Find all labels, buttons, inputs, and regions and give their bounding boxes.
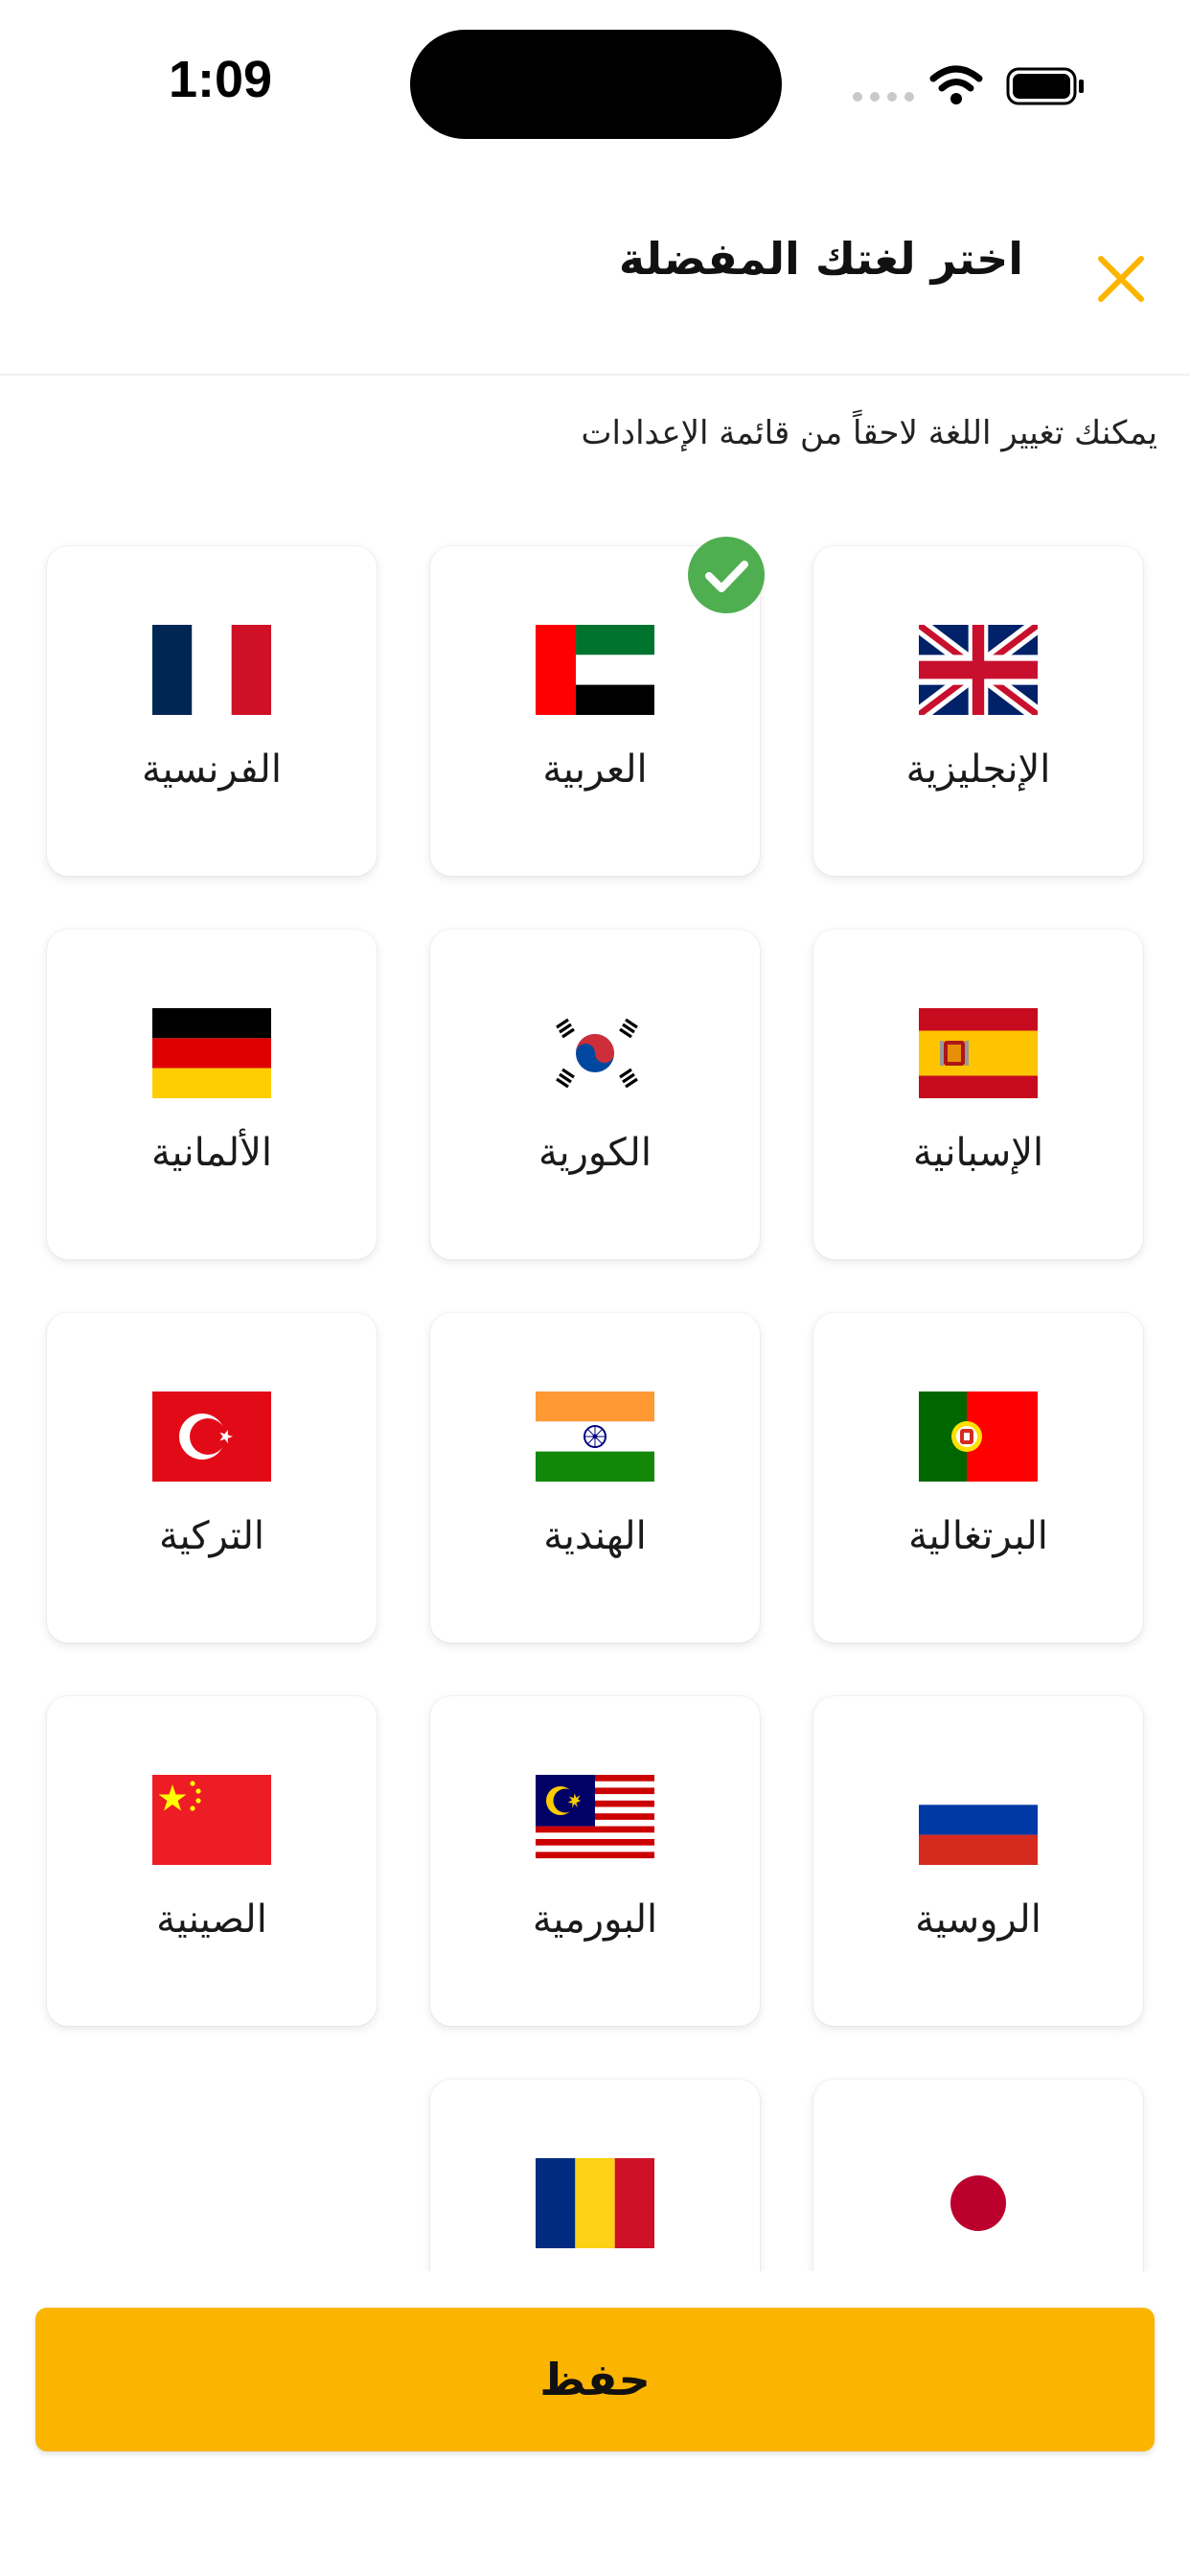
close-icon <box>1098 256 1144 302</box>
language-card-english[interactable]: الإنجليزية <box>813 546 1143 876</box>
india-flag-icon <box>536 1392 654 1482</box>
korea-flag-icon <box>536 1008 654 1098</box>
language-card-turkish[interactable]: التركية <box>47 1313 377 1643</box>
close-button[interactable] <box>1087 245 1155 312</box>
wifi-icon <box>929 65 983 104</box>
page-title: اختر لغتك المفضلة <box>618 233 1023 285</box>
language-label: الكورية <box>538 1131 652 1175</box>
language-card-chinese[interactable]: الصينية <box>47 1696 377 2026</box>
turkey-flag-icon <box>152 1392 271 1482</box>
language-card-korean[interactable]: الكورية <box>430 930 760 1259</box>
language-card-french[interactable]: الفرنسية <box>47 546 377 876</box>
language-label: الصينية <box>156 1898 267 1942</box>
language-label: الروسية <box>915 1898 1041 1942</box>
language-card-portuguese[interactable]: البرتغالية <box>813 1313 1143 1643</box>
germany-flag-icon <box>152 1008 271 1098</box>
france-flag-icon <box>152 625 271 715</box>
spain-flag-icon <box>919 1008 1038 1098</box>
language-label: الإنجليزية <box>905 748 1051 792</box>
language-grid: الإنجليزية العربية الفرنسية الإسبانية ال… <box>0 518 1190 2271</box>
language-card-russian[interactable]: الروسية <box>813 1696 1143 2026</box>
language-label: الهندية <box>543 1514 647 1558</box>
language-card-japanese[interactable] <box>813 2080 1143 2271</box>
dynamic-island <box>410 30 782 139</box>
malaysia-flag-icon <box>536 1775 654 1865</box>
language-card-romanian[interactable] <box>430 2080 760 2271</box>
cellular-signal-icon <box>853 92 914 102</box>
language-card-spanish[interactable]: الإسبانية <box>813 930 1143 1259</box>
language-card-german[interactable]: الألمانية <box>47 930 377 1259</box>
portugal-flag-icon <box>919 1392 1038 1482</box>
language-label: الفرنسية <box>142 748 282 792</box>
uae-flag-icon <box>536 625 654 715</box>
selected-check-icon <box>688 537 765 613</box>
japan-flag-icon <box>919 2158 1038 2248</box>
language-label: التركية <box>159 1514 264 1558</box>
subtitle: يمكنك تغيير اللغة لاحقاً من قائمة الإعدا… <box>581 414 1157 452</box>
language-card-hindi[interactable]: الهندية <box>430 1313 760 1643</box>
romania-flag-icon <box>536 2158 654 2248</box>
save-button[interactable]: حفظ <box>35 2308 1155 2451</box>
language-card-burmese[interactable]: البورمية <box>430 1696 760 2026</box>
language-label: الألمانية <box>150 1131 273 1175</box>
battery-icon <box>1006 67 1084 105</box>
status-time: 1:09 <box>168 51 273 108</box>
language-label: البرتغالية <box>908 1514 1048 1558</box>
language-label: الإسبانية <box>912 1131 1044 1175</box>
language-label: العربية <box>542 748 648 792</box>
china-flag-icon <box>152 1775 271 1865</box>
uk-flag-icon <box>919 625 1038 715</box>
status-bar: 1:09 <box>0 0 1190 172</box>
russia-flag-icon <box>919 1775 1038 1865</box>
language-label: البورمية <box>532 1898 658 1942</box>
